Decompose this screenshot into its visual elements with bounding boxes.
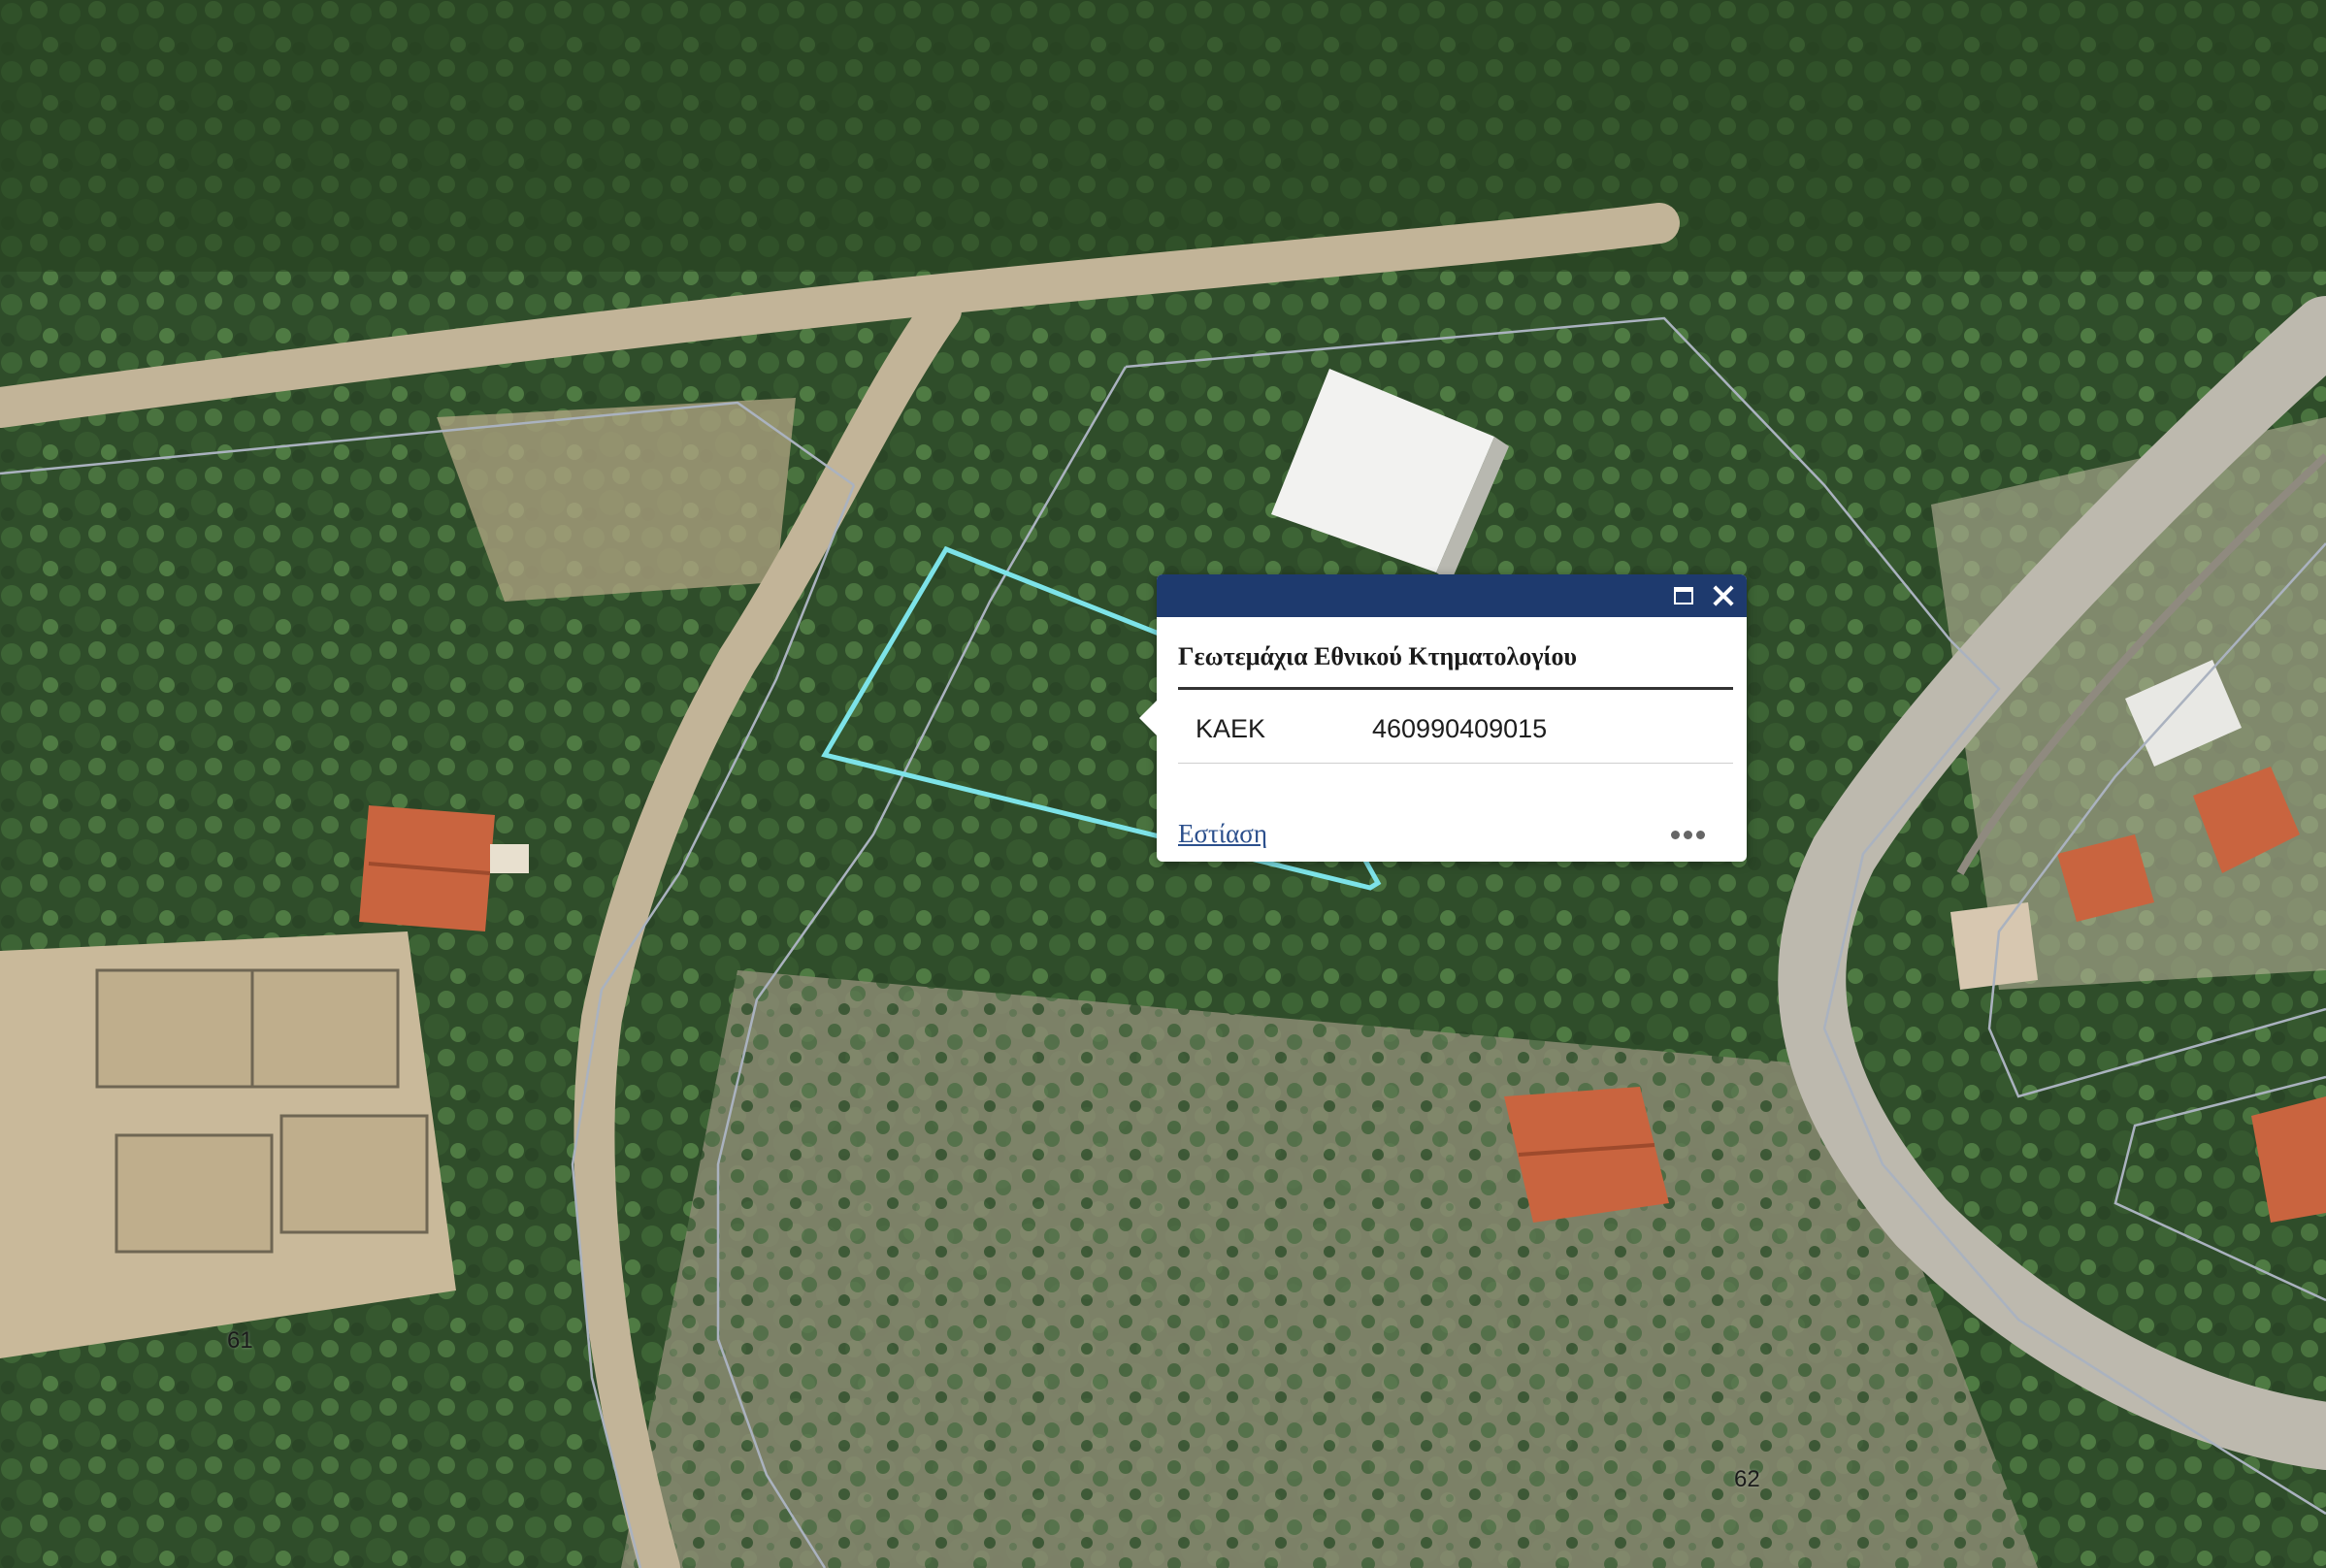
feature-popup: Γεωτεμάχια Εθνικού Κτηματολογίου ΚΑΕΚ 46… [1139,574,1747,862]
maximize-button[interactable] [1671,582,1698,609]
more-actions-button[interactable] [1669,825,1708,844]
attribute-value: 460990409015 [1372,714,1548,743]
forest-canopy-north [0,0,2326,272]
attribute-row: ΚΑΕΚ 460990409015 [1178,689,1733,764]
popup-title: Γεωτεμάχια Εθνικού Κτηματολογίου [1178,642,1578,670]
attribute-key: ΚΑΕΚ [1196,714,1266,743]
zoom-to-link[interactable]: Εστίαση [1178,819,1267,849]
popup-pointer [1139,701,1157,735]
parcel-label-62: 62 [1734,1466,1760,1492]
close-button[interactable] [1710,582,1737,609]
building-south [1504,1087,1669,1223]
parcel-label-61: 61 [227,1327,253,1354]
popup-header [1157,574,1747,617]
maximize-icon [1674,587,1693,604]
